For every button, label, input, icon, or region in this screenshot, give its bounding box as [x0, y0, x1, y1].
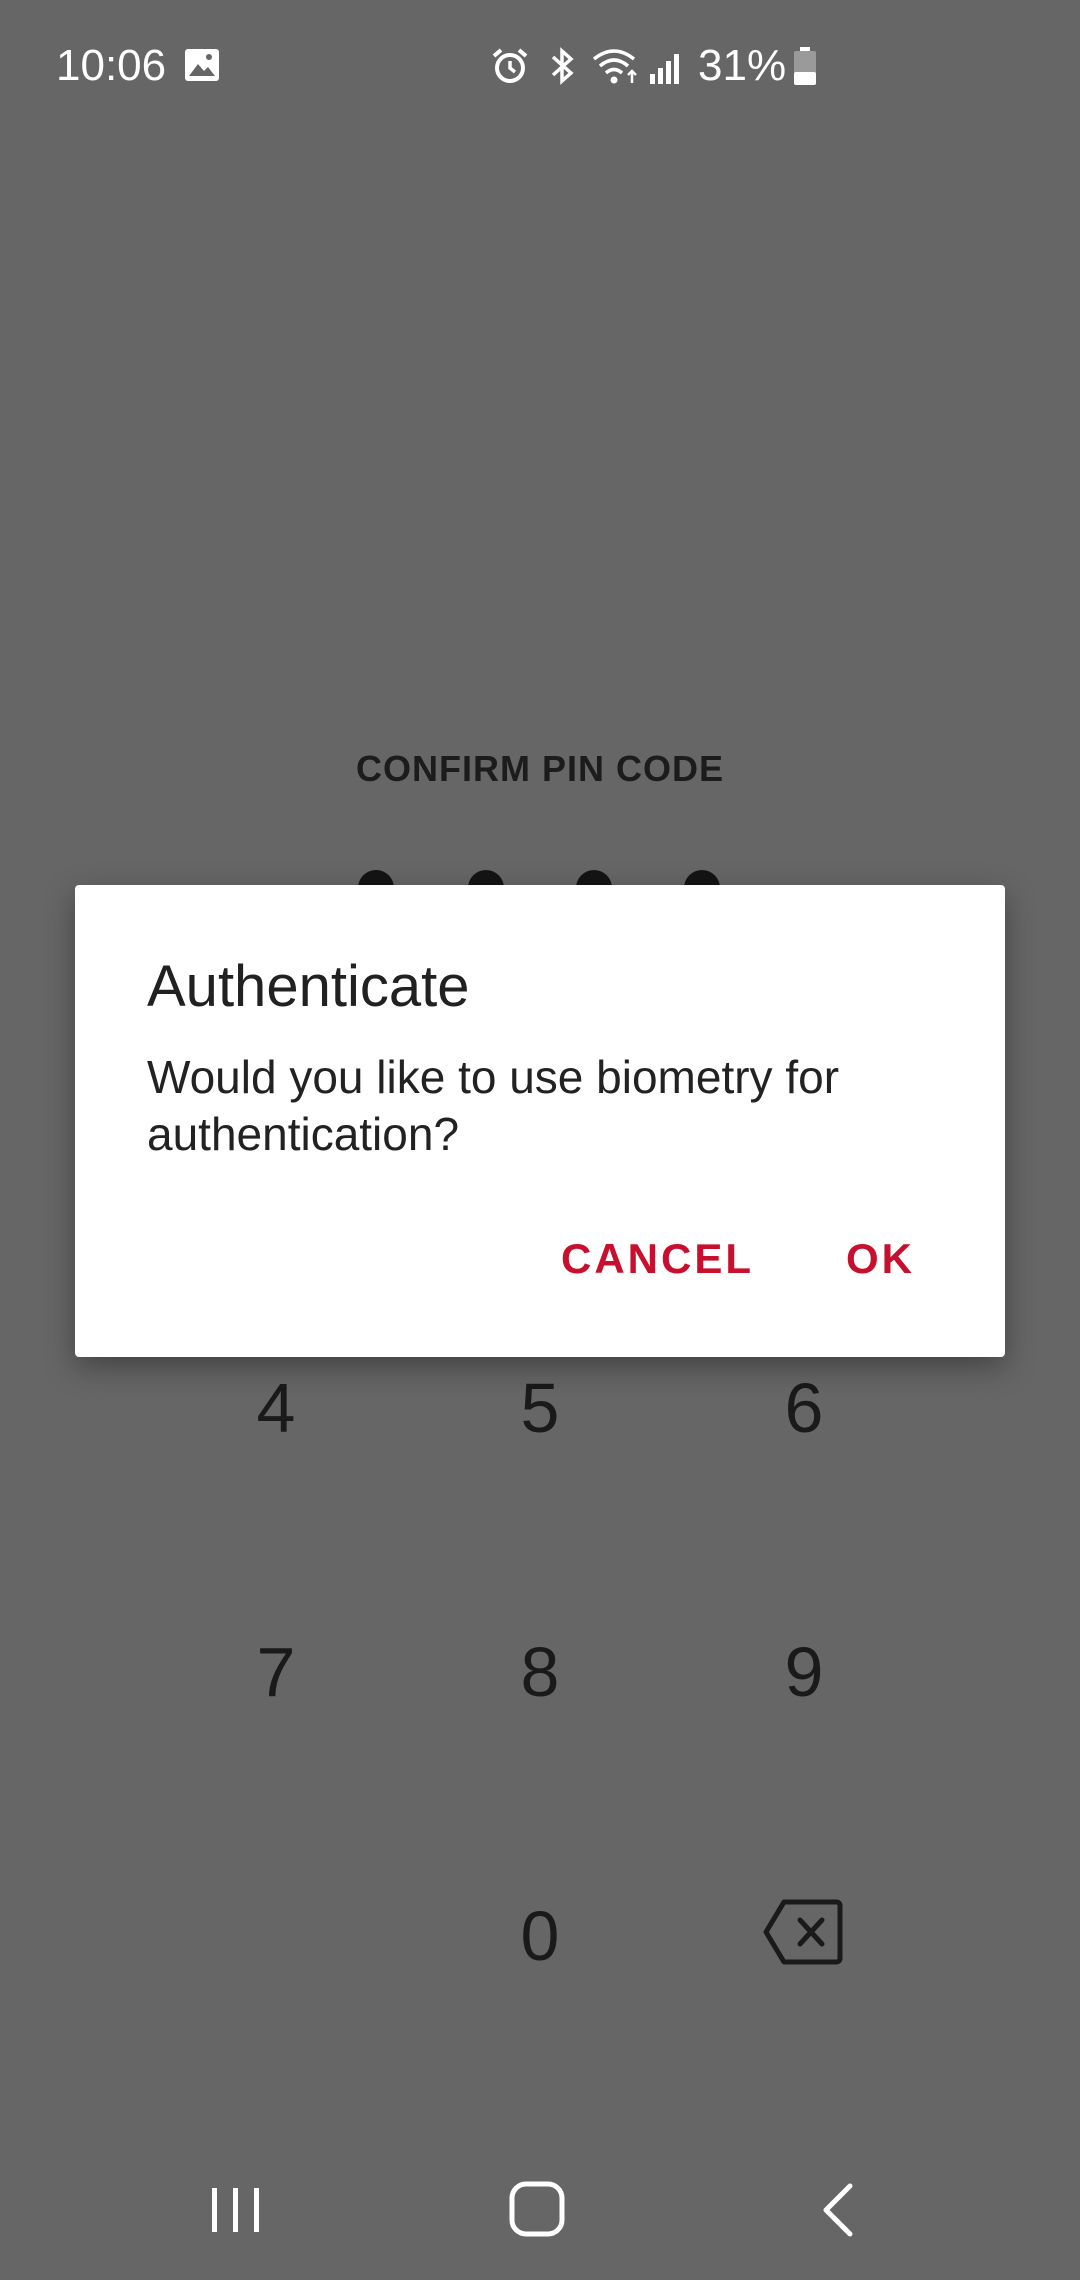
- authenticate-dialog: Authenticate Would you like to use biome…: [75, 885, 1005, 1357]
- signal-icon: [650, 54, 679, 84]
- status-icons: 31%: [488, 40, 818, 92]
- home-icon[interactable]: [498, 2178, 578, 2242]
- cancel-button[interactable]: CANCEL: [561, 1221, 754, 1297]
- battery-percent: 31%: [698, 41, 787, 90]
- navigation-bar: [0, 2140, 1080, 2280]
- back-icon[interactable]: [800, 2178, 880, 2242]
- bluetooth-icon: [551, 47, 574, 85]
- backspace-icon[interactable]: [762, 1896, 844, 1968]
- keypad-key-8[interactable]: 8: [440, 1612, 640, 1732]
- status-time: 10:06: [56, 41, 167, 90]
- alarm-icon: [492, 48, 528, 83]
- keypad-key-4[interactable]: 4: [176, 1348, 376, 1468]
- image-icon: [185, 49, 219, 81]
- ok-button[interactable]: OK: [846, 1221, 915, 1297]
- recent-apps-icon[interactable]: [196, 2178, 276, 2242]
- status-bar: 10:06 31%: [0, 0, 1080, 132]
- dialog-actions: CANCEL OK: [561, 1221, 915, 1297]
- keypad-key-9[interactable]: 9: [704, 1612, 904, 1732]
- keypad-key-0[interactable]: 0: [440, 1876, 640, 1996]
- keypad-key-7[interactable]: 7: [176, 1612, 376, 1732]
- pin-title: CONFIRM PIN CODE: [355, 748, 724, 789]
- keypad-key-6[interactable]: 6: [704, 1348, 904, 1468]
- battery-icon: [794, 47, 817, 85]
- wifi-icon: [592, 49, 637, 84]
- keypad-key-5[interactable]: 5: [440, 1348, 640, 1468]
- dialog-message: Would you like to use biometry for authe…: [147, 1051, 840, 1160]
- dialog-title: Authenticate: [147, 954, 470, 1019]
